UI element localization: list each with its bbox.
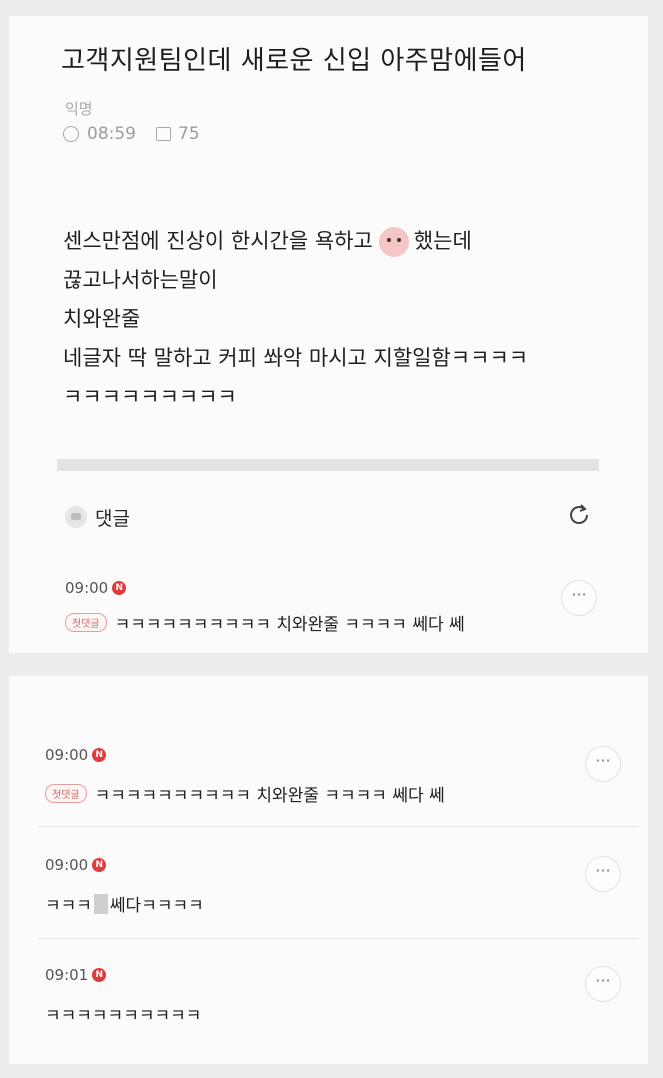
post-views: 75: [178, 124, 200, 144]
more-options-button[interactable]: ···: [585, 856, 621, 892]
comment-time: 09:00 N: [65, 579, 127, 597]
comment-text: ㅋㅋㅋㅋㅋㅋㅋㅋㅋㅋ: [45, 1001, 201, 1026]
comment-separator: [39, 938, 639, 939]
comment-time-text: 09:01: [45, 966, 89, 984]
more-options-button[interactable]: ···: [585, 966, 621, 1002]
comment-body: ㅋㅋㅋ: [45, 896, 92, 916]
refresh-icon[interactable]: [566, 502, 592, 528]
comment-time: 09:01 N: [45, 966, 107, 984]
post-panel: 고객지원팀인데 새로운 신입 아주맘에들어 익명 08:59 75 센스만점에 …: [9, 16, 648, 653]
comment-time-text: 09:00: [45, 856, 89, 874]
post-body-line: ㅋㅋㅋㅋㅋㅋㅋㅋㅋ: [63, 385, 237, 409]
comment-body: ㅋㅋㅋㅋㅋㅋㅋㅋㅋㅋ 치와완줄 ㅋㅋㅋㅋ 쎄다 쎄: [114, 615, 465, 635]
views-icon: [156, 127, 171, 141]
post-body-line: 센스만점에 진상이 한시간을 욕하고 했는데: [63, 222, 528, 261]
new-badge: N: [112, 581, 127, 595]
comments-label: 댓글: [95, 508, 130, 530]
post-body: 센스만점에 진상이 한시간을 욕하고 했는데 끊고나서하는말이 치와완줄 네글자 …: [63, 222, 528, 417]
first-comment-badge: 첫댓글: [65, 613, 107, 632]
clock-icon: [63, 126, 79, 142]
comment-time-text: 09:00: [45, 746, 89, 764]
comment-text: 첫댓글 ㅋㅋㅋㅋㅋㅋㅋㅋㅋㅋ 치와완줄 ㅋㅋㅋㅋ 쎄다 쎄: [45, 781, 445, 806]
comments-panel: 09:00 N ··· 첫댓글 ㅋㅋㅋㅋㅋㅋㅋㅋㅋㅋ 치와완줄 ㅋㅋㅋㅋ 쎄다 쎄 …: [9, 676, 648, 1064]
comment-time-text: 09:00: [65, 579, 109, 597]
more-options-button[interactable]: ···: [561, 580, 597, 616]
post-body-line: 끊고나서하는말이: [63, 268, 218, 292]
comment-text: ㅋㅋㅋ 쎄다ㅋㅋㅋㅋ: [45, 891, 204, 916]
new-badge: N: [92, 858, 107, 872]
post-author: 익명: [65, 100, 93, 118]
post-body-line: 치와완줄: [63, 307, 141, 331]
comment-bubble-icon: [65, 506, 87, 528]
post-body-text: 센스만점에 진상이 한시간을 욕하고: [63, 229, 373, 253]
comment-separator: [39, 826, 639, 827]
comment-body: ㅋㅋㅋㅋㅋㅋㅋㅋㅋㅋ: [45, 1006, 202, 1026]
post-meta: 08:59 75: [63, 124, 200, 144]
post-body-text: 했는데: [413, 229, 472, 253]
more-options-button[interactable]: ···: [585, 746, 621, 782]
comment-body: 쎄다ㅋㅋㅋㅋ: [109, 896, 204, 916]
blurred-text: [93, 893, 108, 914]
comment-time: 09:00 N: [45, 746, 107, 764]
post-time: 08:59: [87, 124, 136, 144]
comment-body: ㅋㅋㅋㅋㅋㅋㅋㅋㅋㅋ 치와완줄 ㅋㅋㅋㅋ 쎄다 쎄: [94, 786, 445, 806]
first-comment-badge: 첫댓글: [45, 784, 87, 803]
new-badge: N: [92, 748, 107, 762]
new-badge: N: [92, 968, 107, 982]
emoji-sticker-icon: [378, 227, 409, 257]
post-title: 고객지원팀인데 새로운 신입 아주맘에들어: [61, 46, 527, 76]
comment-text: 첫댓글 ㅋㅋㅋㅋㅋㅋㅋㅋㅋㅋ 치와완줄 ㅋㅋㅋㅋ 쎄다 쎄: [65, 610, 465, 635]
comment-time: 09:00 N: [45, 856, 107, 874]
post-body-line: 네글자 딱 말하고 커피 쏴악 마시고 지할일함ㅋㅋㅋㅋ: [63, 346, 529, 370]
section-divider: [57, 459, 599, 471]
